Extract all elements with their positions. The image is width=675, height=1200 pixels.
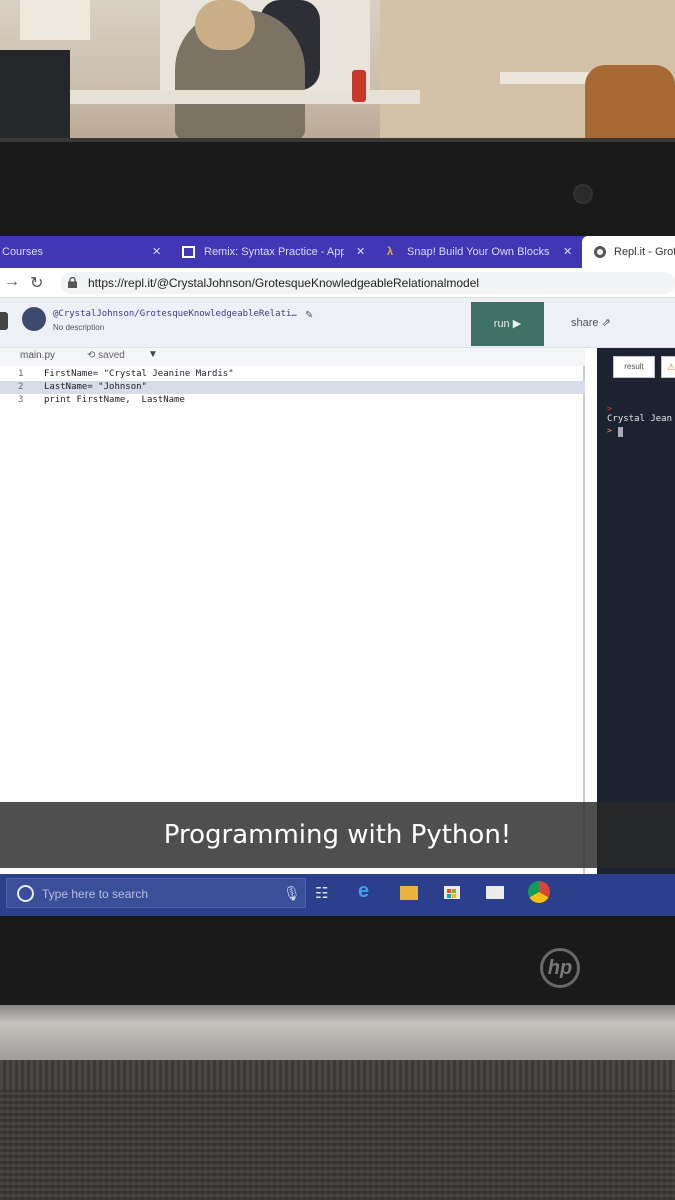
lock-icon [68,277,77,288]
windows-taskbar: Type here to search 🎙 ☷ e [0,874,675,916]
console-output: Crystal Jean [607,414,673,424]
tab-replit[interactable]: Repl.it - Grot [582,236,675,268]
replit-icon [594,246,606,258]
hp-logo: hp [540,948,580,988]
mail-icon[interactable] [486,886,504,899]
forward-arrow-icon[interactable]: → [4,273,20,291]
code-line: 2 LastName= "Johnson" [0,381,585,394]
console-cursor [618,427,623,437]
address-bar: → ↻ https://repl.it/@CrystalJohnson/Grot… [0,268,675,298]
close-icon[interactable]: ✕ [152,236,161,268]
photo-stage: Courses ✕ Remix: Syntax Practice - App L… [0,0,675,1200]
photo-caption: Programming with Python! [0,802,675,868]
repl-header: @CrystalJohnson/GrotesqueKnowledgeableRe… [0,298,675,348]
file-tab-main[interactable]: main.py [20,350,55,361]
url-field[interactable]: https://repl.it/@CrystalJohnson/Grotesqu… [60,272,675,294]
reload-icon[interactable]: ↻ [30,273,43,293]
tab-courses[interactable]: Courses ✕ [0,236,170,268]
file-bar: main.py ⟲ saved ▼ [0,348,585,366]
code-area[interactable]: 1 FirstName= "Crystal Jeanine Mardis" 2 … [0,368,585,407]
console-prompt: > [607,404,612,413]
avatar[interactable] [22,307,46,331]
saved-status: ⟲ saved [87,350,125,361]
repl-description[interactable]: No description [53,323,104,332]
laptop-screen: Courses ✕ Remix: Syntax Practice - App L… [0,236,675,916]
result-tab[interactable]: result [613,356,655,378]
run-button[interactable]: run ▶ [471,302,544,346]
lambda-icon: λ [387,246,394,258]
store-icon[interactable] [443,882,461,900]
file-explorer-icon[interactable] [400,886,418,900]
repl-name[interactable]: @CrystalJohnson/GrotesqueKnowledgeableRe… [53,309,297,319]
chevron-down-icon[interactable]: ▼ [148,349,158,360]
code-line: 3 print FirstName, LastName [18,395,185,405]
task-view-icon[interactable]: ☷ [315,884,333,902]
pencil-icon[interactable]: ✎ [305,310,313,321]
tab-remix[interactable]: Remix: Syntax Practice - App L ✕ [172,236,372,268]
classroom-background [0,0,675,150]
edge-icon[interactable]: e [358,880,376,902]
laptop-keyboard-deck [0,1060,675,1200]
share-icon: ⇗ [601,317,611,329]
laptop-hinge [0,1005,675,1065]
cortana-icon [17,885,34,902]
code-line: 1 FirstName= "Crystal Jeanine Mardis" [18,369,234,379]
microphone-icon[interactable]: 🎙 [283,885,301,902]
chrome-icon[interactable] [528,881,550,903]
console-prompt: > [607,426,612,435]
browser-tab-bar: Courses ✕ Remix: Syntax Practice - App L… [0,236,675,268]
warning-icon[interactable]: ⚠ [661,356,675,378]
grid-icon [182,246,195,258]
webcam [573,184,593,204]
share-button[interactable]: share ⇗ [571,316,611,329]
taskbar-search[interactable]: Type here to search 🎙 [6,878,306,908]
close-icon[interactable]: ✕ [356,236,365,268]
close-icon[interactable]: ✕ [563,236,572,268]
tab-snap[interactable]: λ Snap! Build Your Own Blocks 4 ✕ [375,236,580,268]
replit-logo[interactable] [0,312,8,330]
